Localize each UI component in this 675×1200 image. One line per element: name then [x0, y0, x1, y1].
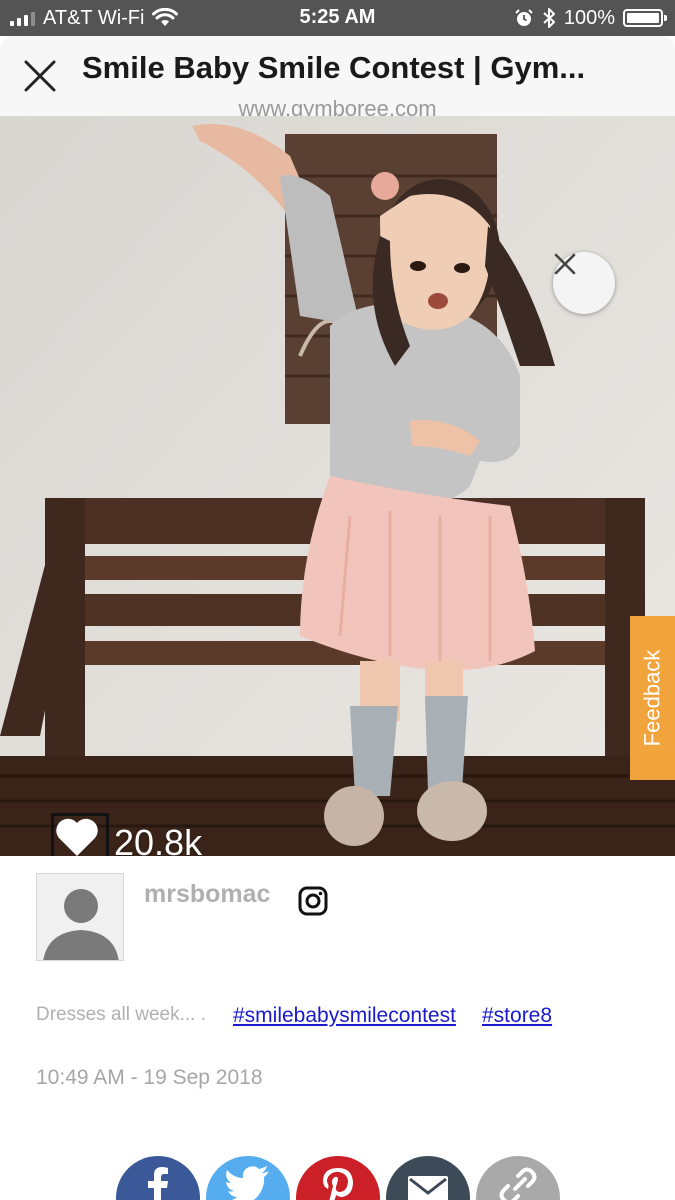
post-caption: Dresses all week... .: [36, 1004, 206, 1025]
twitter-share-button[interactable]: [206, 1156, 290, 1200]
facebook-share-button[interactable]: [116, 1156, 200, 1200]
battery-icon: [623, 9, 667, 27]
mail-icon: [408, 1176, 448, 1200]
pinterest-icon: [323, 1168, 353, 1200]
avatar[interactable]: [36, 873, 124, 961]
hashtag-link[interactable]: #store8: [482, 1004, 552, 1028]
instagram-icon[interactable]: [297, 885, 329, 917]
close-icon: [554, 253, 576, 275]
page-url: www.gymboree.com: [238, 96, 437, 116]
feedback-label: Feedback: [639, 649, 665, 747]
status-right: 100%: [514, 6, 667, 30]
heart-icon: [56, 818, 98, 856]
sheet-header: Smile Baby Smile Contest | Gym... www.gy…: [0, 36, 675, 116]
bluetooth-icon: [543, 8, 555, 28]
copy-link-button[interactable]: [476, 1156, 560, 1200]
like-count: 20.8k: [114, 822, 203, 856]
user-placeholder-icon: [43, 889, 119, 960]
email-share-button[interactable]: [386, 1156, 470, 1200]
close-photo-button[interactable]: [553, 252, 615, 314]
status-bar: AT&T Wi-Fi 5:25 AM 100%: [0, 0, 675, 36]
photo-illustration: [0, 116, 675, 856]
page-title: Smile Baby Smile Contest | Gym...: [82, 50, 586, 85]
alarm-icon: [515, 9, 533, 26]
feedback-tab[interactable]: Feedback: [630, 616, 675, 780]
battery-percent: 100%: [563, 6, 615, 29]
link-icon: [499, 1167, 537, 1200]
post-photo[interactable]: Feedback 20.8k: [0, 116, 675, 856]
hashtag-link[interactable]: #smilebabysmilecontest: [233, 1004, 456, 1028]
web-preview-sheet: Smile Baby Smile Contest | Gym... www.gy…: [0, 36, 675, 1200]
twitter-icon: [226, 1166, 269, 1200]
username[interactable]: mrsbomac: [144, 880, 270, 909]
close-icon[interactable]: [20, 56, 60, 96]
pinterest-share-button[interactable]: [296, 1156, 380, 1200]
like-button[interactable]: [51, 813, 109, 856]
facebook-icon: [148, 1167, 168, 1200]
post-timestamp: 10:49 AM - 19 Sep 2018: [36, 1066, 263, 1089]
